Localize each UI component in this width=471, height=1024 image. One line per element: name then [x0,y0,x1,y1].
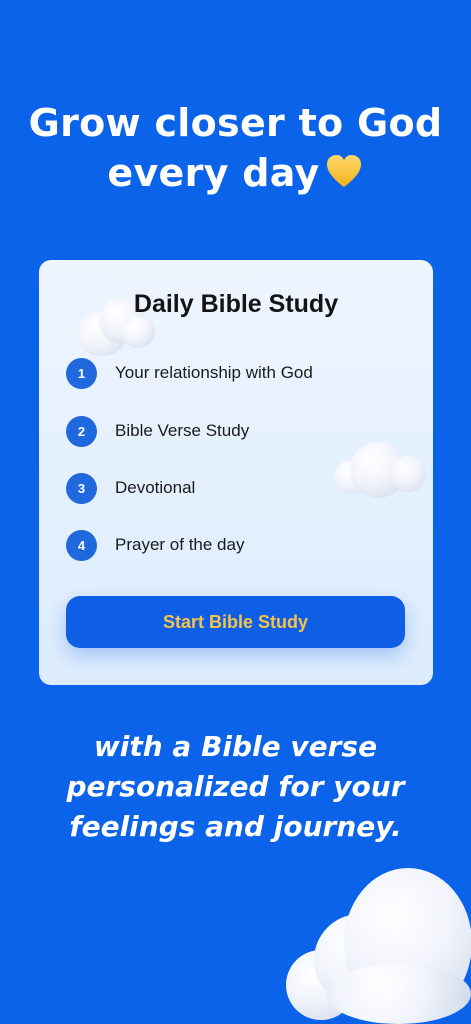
step-label: Bible Verse Study [115,421,250,440]
tagline-line-2: personalized for your [66,770,405,803]
daily-bible-study-card: Daily Bible Study 1 Your relationship wi… [39,260,433,685]
step-item: 1 Your relationship with God [66,357,313,389]
step-label: Devotional [115,478,196,497]
step-item: 3 Devotional [66,472,195,504]
step-label: Prayer of the day [115,535,245,554]
yellow-heart-icon [326,155,361,187]
headline-line-1: Grow closer to God [28,101,443,145]
tagline-line-1: with a Bible verse [93,730,378,763]
step-label: Your relationship with God [115,363,313,382]
start-bible-study-button[interactable]: Start Bible Study [66,596,405,648]
cloud-decoration-bottom-right [286,868,471,1024]
cloud-decoration-card-right [334,440,426,504]
step-number-badge: 2 [66,415,97,447]
card-title: Daily Bible Study [133,290,339,318]
tagline: with a Bible verse personalized for your… [0,727,471,847]
headline-line-2: every day [0,148,471,198]
headline: Grow closer to God every day [0,98,471,198]
step-number-badge: 3 [66,472,97,504]
step-number-badge: 4 [66,529,97,561]
step-number-badge: 1 [66,357,97,389]
headline-line-2-text: every day [107,151,320,195]
step-item: 2 Bible Verse Study [66,415,249,447]
step-item: 4 Prayer of the day [66,529,244,561]
tagline-line-3: feelings and journey. [69,810,402,843]
